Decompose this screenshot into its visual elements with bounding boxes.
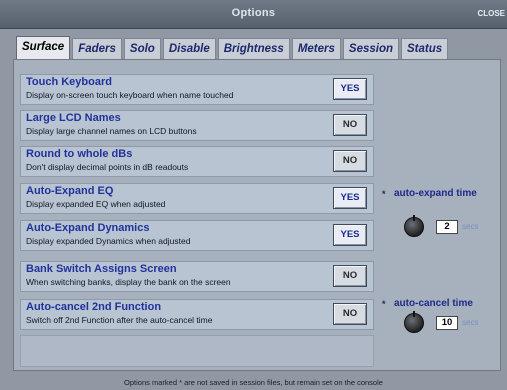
option-description: Display large channel names on LCD butto… bbox=[26, 126, 197, 136]
title-bar: Options CLOSE bbox=[0, 0, 507, 29]
tab-status[interactable]: Status bbox=[401, 38, 449, 59]
tab-surface[interactable]: Surface bbox=[16, 36, 71, 59]
auto-cancel-time-knob-icon[interactable] bbox=[404, 311, 424, 333]
option-title: Auto-Expand EQ bbox=[26, 185, 114, 197]
tab-faders[interactable]: Faders bbox=[72, 38, 122, 59]
auto-cancel-time-label: auto-cancel time bbox=[394, 298, 473, 309]
not-saved-marker: * bbox=[382, 299, 386, 309]
option-auto-expand-eq: Auto-Expand EQ Display expanded EQ when … bbox=[20, 183, 374, 214]
window-title: Options bbox=[231, 7, 276, 19]
option-description: When switching banks, display the bank o… bbox=[26, 277, 231, 287]
auto-expand-eq-toggle[interactable]: YES bbox=[333, 187, 367, 209]
auto-expand-dynamics-toggle[interactable]: YES bbox=[333, 224, 367, 246]
empty-row bbox=[20, 335, 374, 367]
tab-solo[interactable]: Solo bbox=[123, 38, 161, 59]
option-description: Display on-screen touch keyboard when na… bbox=[26, 90, 234, 100]
auto-cancel-2nd-function-toggle[interactable]: NO bbox=[333, 303, 367, 325]
option-title: Bank Switch Assigns Screen bbox=[26, 263, 177, 275]
auto-expand-time-value: 2 bbox=[436, 220, 458, 234]
option-auto-cancel-2nd-function: Auto-cancel 2nd Function Switch off 2nd … bbox=[20, 299, 374, 330]
auto-cancel-time-value: 10 bbox=[436, 316, 458, 330]
option-large-lcd-names: Large LCD Names Display large channel na… bbox=[20, 110, 374, 141]
round-whole-dbs-toggle[interactable]: NO bbox=[333, 150, 367, 172]
option-title: Round to whole dBs bbox=[26, 148, 133, 160]
option-title: Touch Keyboard bbox=[26, 76, 112, 88]
touch-keyboard-toggle[interactable]: YES bbox=[333, 78, 367, 100]
option-description: Display expanded Dynamics when adjusted bbox=[26, 236, 191, 246]
option-bank-switch-assigns-screen: Bank Switch Assigns Screen When switchin… bbox=[20, 261, 374, 292]
close-button[interactable]: CLOSE bbox=[477, 9, 505, 18]
large-lcd-names-toggle[interactable]: NO bbox=[333, 114, 367, 136]
option-title: Large LCD Names bbox=[26, 112, 121, 124]
option-description: Don't display decimal points in dB reado… bbox=[26, 162, 189, 172]
not-saved-marker: * bbox=[382, 189, 386, 199]
option-description: Display expanded EQ when adjusted bbox=[26, 199, 166, 209]
tab-session[interactable]: Session bbox=[342, 38, 400, 59]
tab-disable[interactable]: Disable bbox=[162, 38, 216, 59]
tab-brightness[interactable]: Brightness bbox=[217, 38, 290, 59]
option-auto-expand-dynamics: Auto-Expand Dynamics Display expanded Dy… bbox=[20, 220, 374, 251]
bank-switch-assigns-screen-toggle[interactable]: NO bbox=[333, 265, 367, 287]
option-title: Auto-cancel 2nd Function bbox=[26, 301, 162, 313]
option-touch-keyboard: Touch Keyboard Display on-screen touch k… bbox=[20, 74, 374, 105]
option-description: Switch off 2nd Function after the auto-c… bbox=[26, 315, 213, 325]
option-title: Auto-Expand Dynamics bbox=[26, 222, 150, 234]
option-round-whole-dbs: Round to whole dBs Don't display decimal… bbox=[20, 146, 374, 177]
tab-meters[interactable]: Meters bbox=[291, 38, 341, 59]
auto-expand-time-unit: secs bbox=[462, 222, 479, 231]
footer-note: Options marked * are not saved in sessio… bbox=[124, 378, 383, 387]
auto-cancel-time-unit: secs bbox=[462, 318, 479, 327]
auto-expand-time-label: auto-expand time bbox=[394, 188, 477, 199]
tab-bar: Surface Faders Solo Disable Brightness M… bbox=[16, 36, 450, 60]
auto-expand-time-knob-icon[interactable] bbox=[404, 215, 424, 237]
